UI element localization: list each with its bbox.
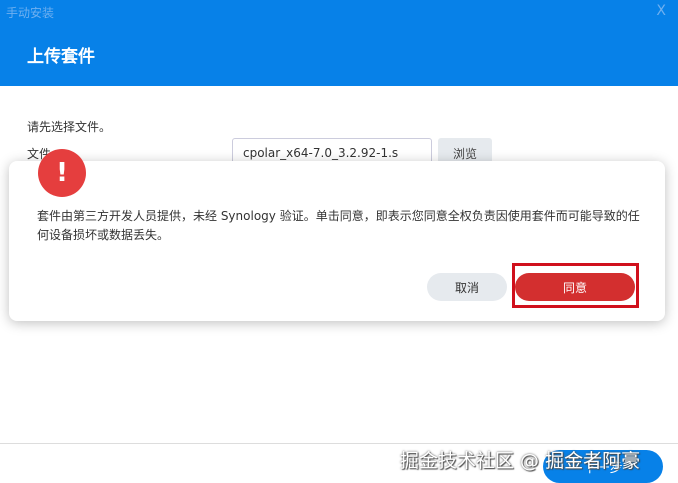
warning-icon: ! bbox=[38, 149, 86, 197]
dialog-header: 手动安装 X 上传套件 bbox=[0, 0, 678, 86]
next-button[interactable]: 下一步 bbox=[543, 450, 663, 483]
cancel-button[interactable]: 取消 bbox=[427, 273, 507, 301]
footer-divider bbox=[0, 443, 678, 444]
confirm-dialog: 套件由第三方开发人员提供，未经 Synology 验证。单击同意，即表示您同意全… bbox=[9, 161, 665, 321]
page-title: 上传套件 bbox=[27, 47, 95, 67]
hint-text: 请先选择文件。 bbox=[27, 120, 112, 134]
dialog-message: 套件由第三方开发人员提供，未经 Synology 验证。单击同意，即表示您同意全… bbox=[37, 209, 640, 242]
window-title: 手动安装 bbox=[6, 6, 55, 20]
agree-button[interactable]: 同意 bbox=[515, 273, 635, 301]
close-button[interactable]: X bbox=[656, 3, 666, 19]
